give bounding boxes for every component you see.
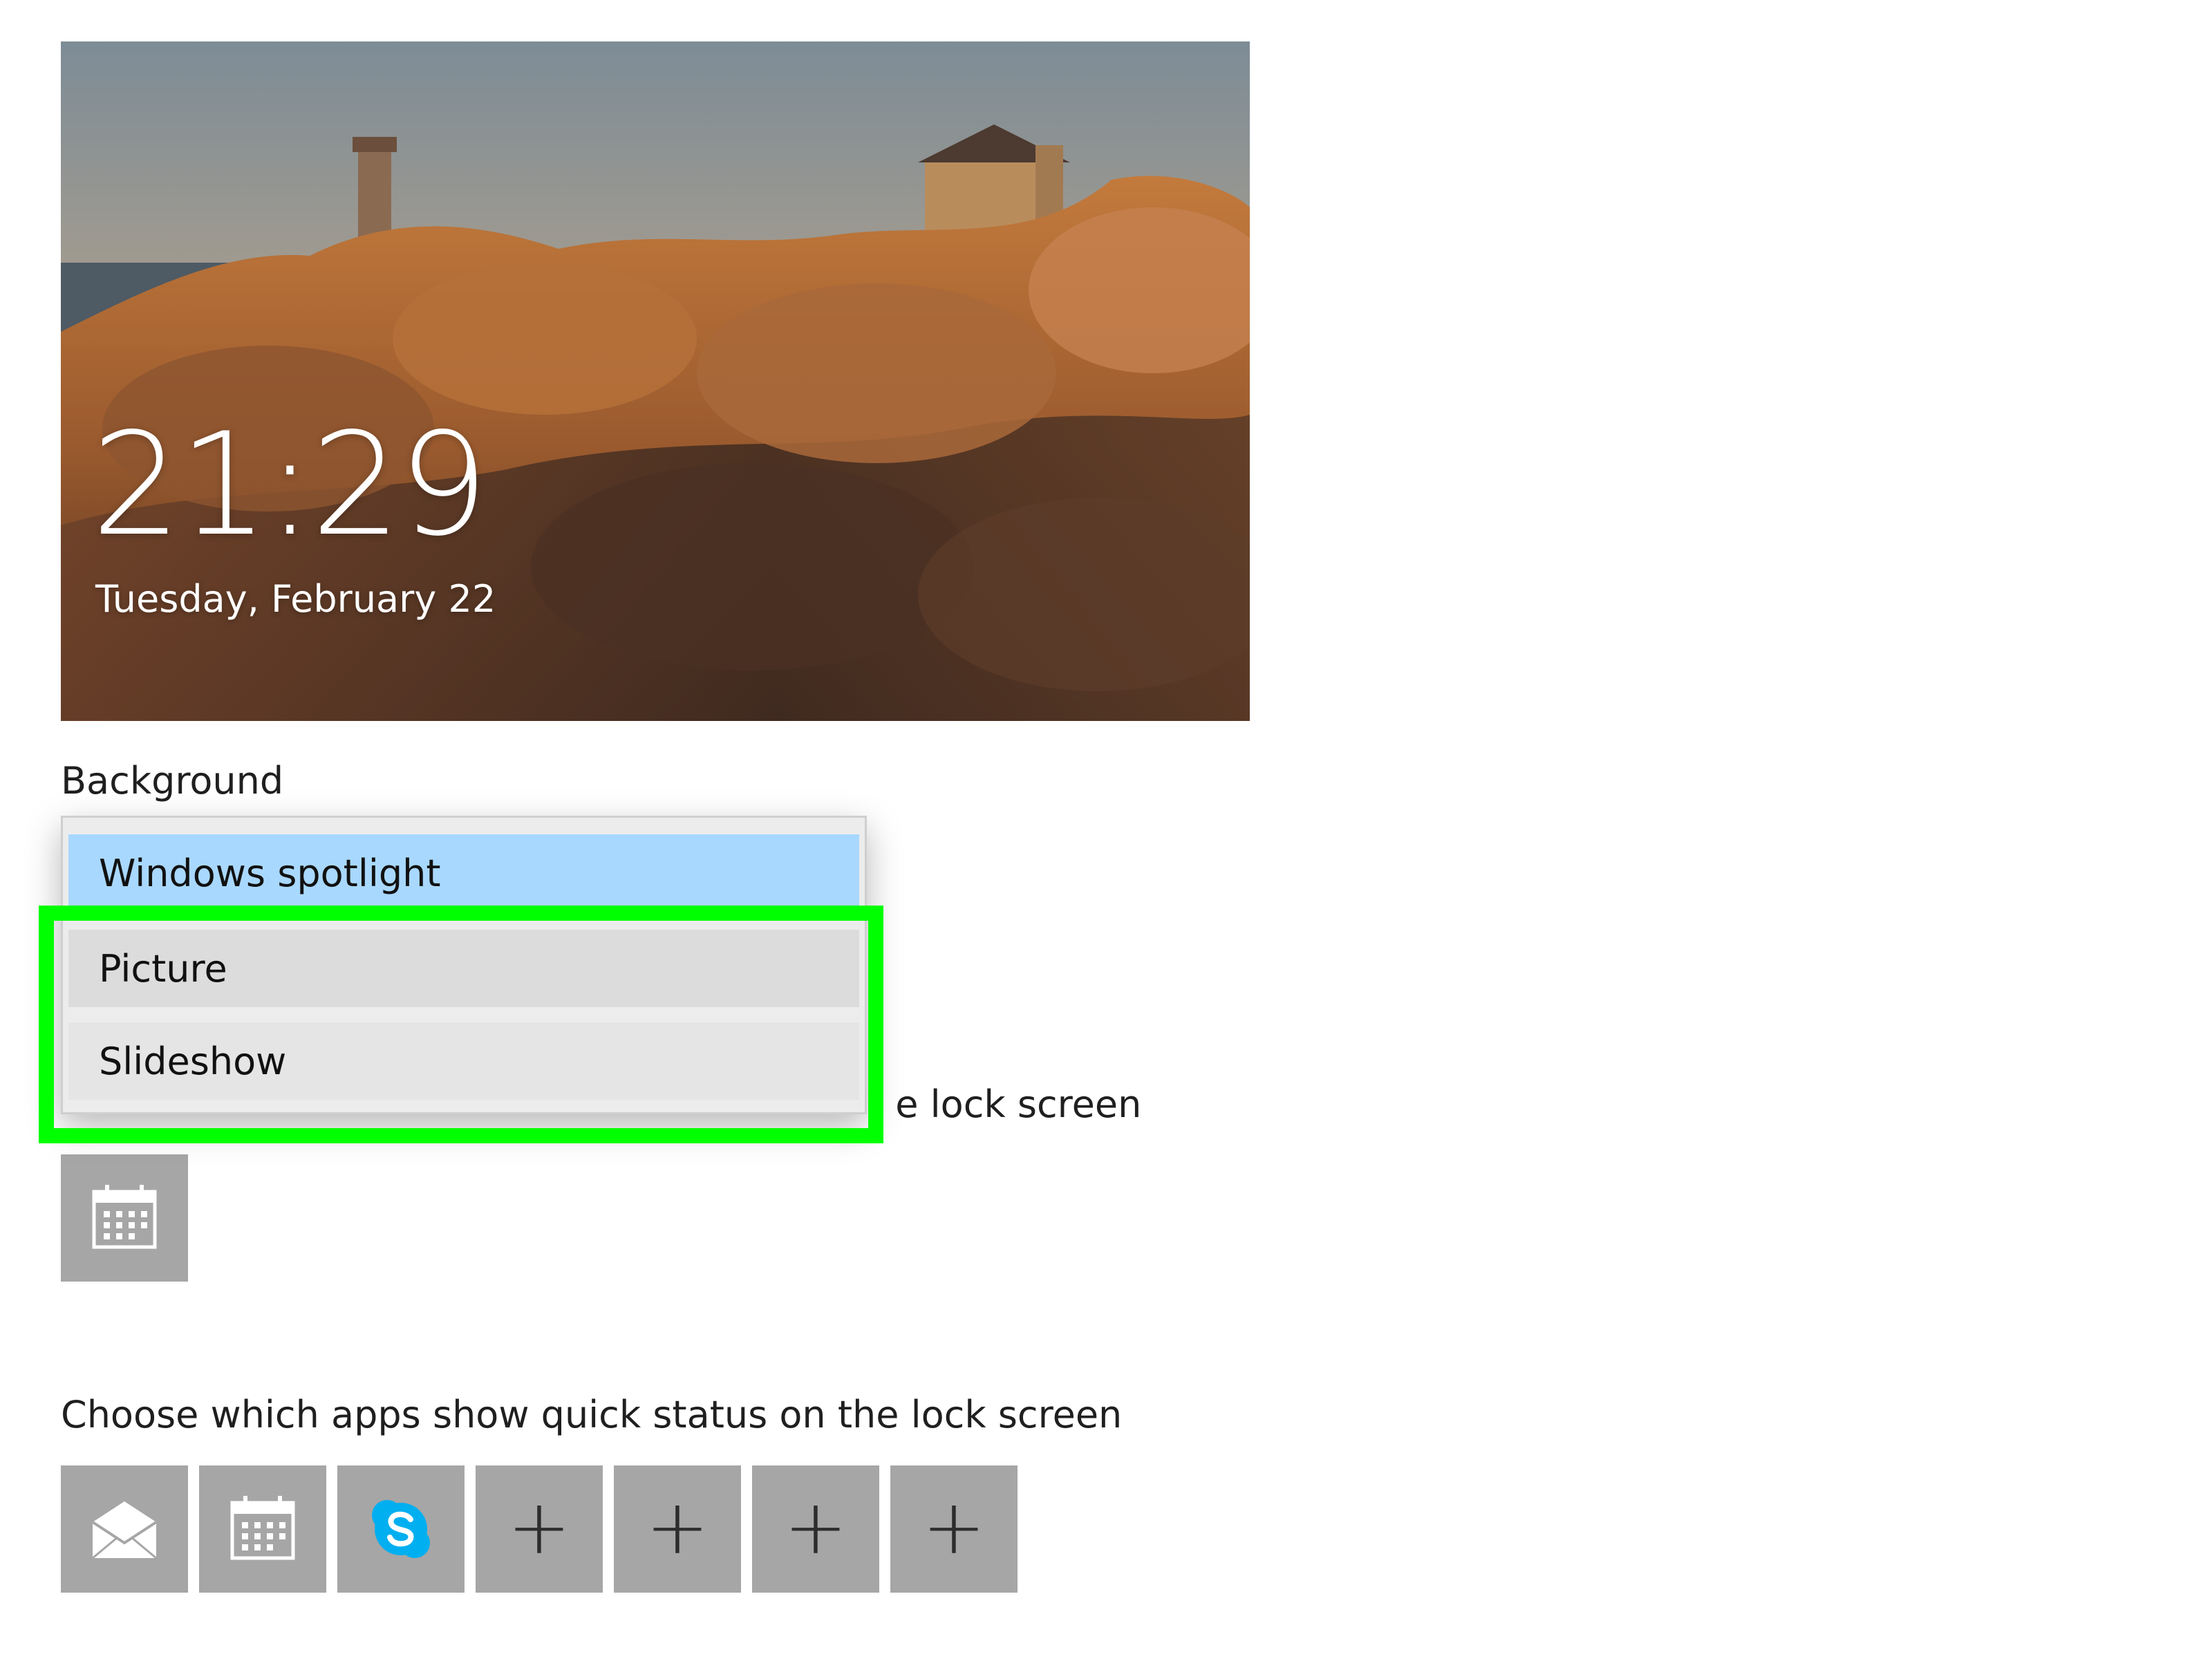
background-dropdown-list[interactable]: Windows spotlight Picture Slideshow	[61, 816, 867, 1114]
quick-status-label: Choose which apps show quick status on t…	[61, 1393, 1123, 1436]
plus-icon: +	[783, 1483, 848, 1571]
quick-status-calendar-tile[interactable]	[199, 1465, 326, 1593]
calendar-icon	[230, 1496, 295, 1560]
detailed-status-calendar-tile[interactable]	[61, 1154, 188, 1282]
option-picture[interactable]: Picture	[68, 930, 859, 1007]
background-label: Background	[61, 759, 284, 803]
quick-status-add-tile-3[interactable]: +	[752, 1465, 879, 1593]
quick-status-mail-tile[interactable]	[61, 1465, 188, 1593]
option-slideshow[interactable]: Slideshow	[68, 1022, 859, 1100]
lock-screen-time: 21:29	[91, 403, 489, 568]
quick-status-add-tile-2[interactable]: +	[614, 1465, 741, 1593]
plus-icon: +	[921, 1483, 986, 1571]
lock-screen-preview: 21:29 Tuesday, February 22	[61, 41, 1250, 721]
plus-icon: +	[507, 1483, 572, 1571]
mail-icon	[91, 1501, 158, 1559]
quick-status-add-tile-4[interactable]: +	[890, 1465, 1018, 1593]
calendar-icon	[92, 1185, 157, 1249]
option-windows-spotlight[interactable]: Windows spotlight	[68, 834, 859, 912]
skype-icon	[372, 1500, 430, 1558]
quick-status-skype-tile[interactable]	[337, 1465, 465, 1593]
quick-status-add-tile-1[interactable]: +	[476, 1465, 603, 1593]
lock-screen-date: Tuesday, February 22	[95, 577, 496, 621]
plus-icon: +	[645, 1483, 710, 1571]
